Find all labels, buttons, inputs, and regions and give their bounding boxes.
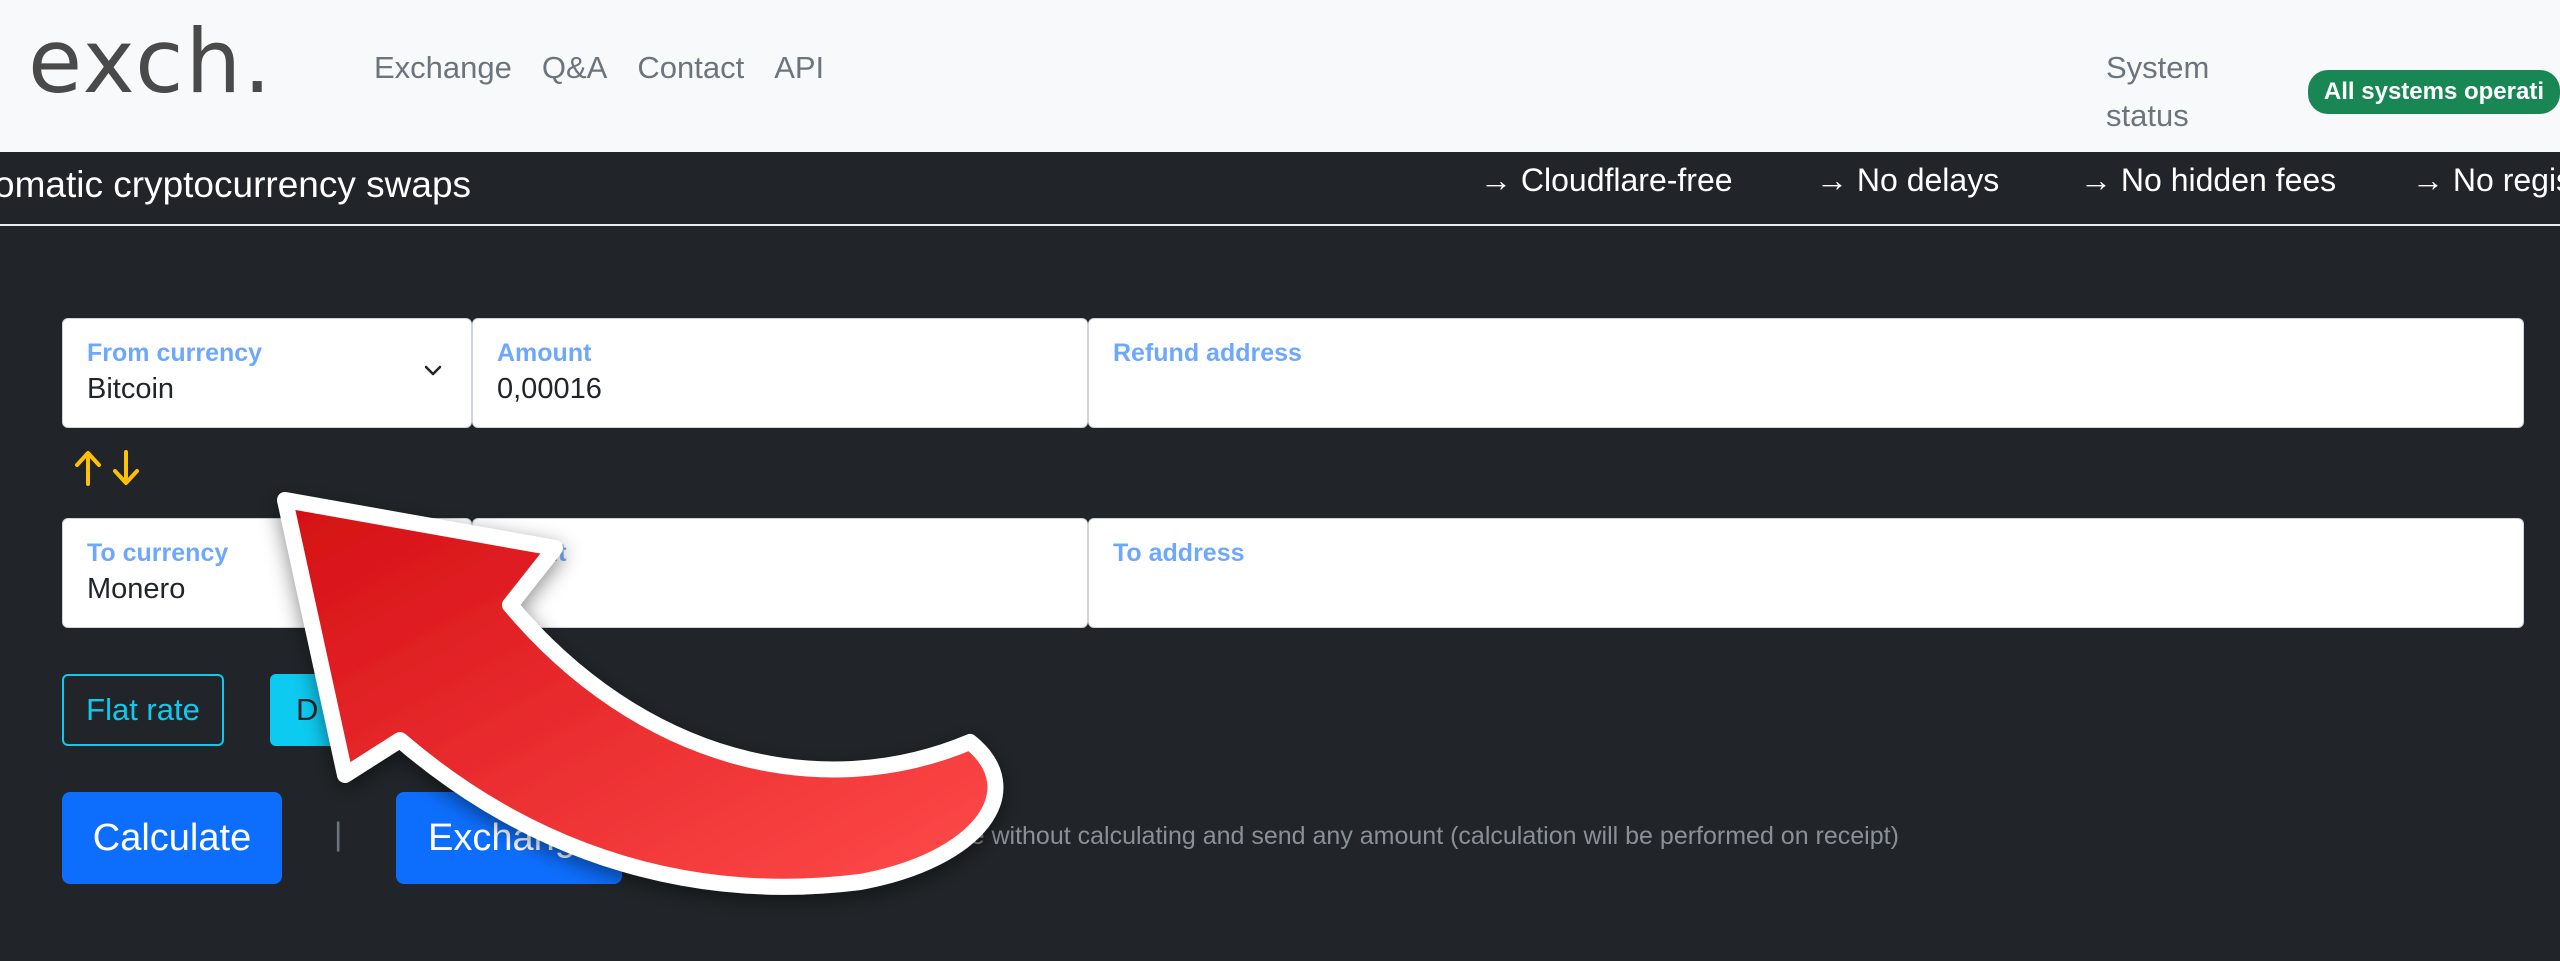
nav-qa[interactable]: Q&A [542, 44, 607, 92]
from-currency-value: Bitcoin [87, 373, 175, 405]
from-currency-select[interactable]: From currency Bitcoin [62, 318, 472, 428]
to-amount-label: nt [543, 539, 567, 567]
top-navbar: exch. Exchange Q&A Contact API System st… [0, 0, 2560, 153]
system-status-label[interactable]: System status [2106, 44, 2284, 140]
feature-no-hidden-fees: → No hidden fees [2080, 162, 2337, 198]
nav-api[interactable]: API [774, 44, 824, 92]
amount-value: 0,00016 [497, 373, 602, 405]
ticker-slogan: omatic cryptocurrency swaps [0, 164, 472, 205]
nav-exchange[interactable]: Exchange [374, 44, 512, 92]
arrow-up-icon [75, 451, 101, 486]
main-nav: Exchange Q&A Contact API [374, 44, 824, 92]
to-currency-value: Monero [87, 573, 186, 605]
status-badge: All systems operati [2307, 70, 2560, 114]
calculate-button[interactable]: Calculate [62, 792, 282, 884]
action-separator: | [334, 816, 343, 852]
arrow-down-icon [113, 450, 139, 485]
feature-cloudflare-free: → Cloudflare-free [1480, 162, 1733, 198]
dynamic-rate-button[interactable]: D [270, 674, 430, 746]
refund-address-field[interactable]: Refund address [1088, 318, 2524, 428]
exch-logo[interactable]: exch. [28, 12, 273, 112]
nav-contact[interactable]: Contact [637, 44, 744, 92]
amount-field[interactable]: Amount 0,00016 [472, 318, 1088, 428]
from-currency-label: From currency [87, 339, 263, 367]
feature-no-registration: → No regis [2412, 162, 2560, 198]
to-currency-label: To currency [87, 539, 229, 567]
flat-rate-button[interactable]: Flat rate [62, 674, 224, 746]
to-currency-select[interactable]: To currency Monero [62, 518, 472, 628]
exchange-button[interactable]: Exchang [396, 792, 622, 884]
to-amount-field[interactable]: nt [472, 518, 1088, 628]
exchange-hint: xchange without calculating and send any… [890, 822, 1899, 850]
to-address-label: To address [1113, 539, 1245, 567]
system-status: System status All systems operati [2106, 44, 2560, 140]
feature-no-delays: → No delays [1816, 162, 2000, 198]
feature-ticker: omatic cryptocurrency swaps → Cloudflare… [0, 152, 2560, 226]
chevron-down-icon [424, 365, 442, 376]
swap-button[interactable] [72, 448, 142, 488]
refund-address-label: Refund address [1113, 339, 1302, 367]
amount-label: Amount [497, 339, 592, 367]
to-address-field[interactable]: To address [1088, 518, 2524, 628]
